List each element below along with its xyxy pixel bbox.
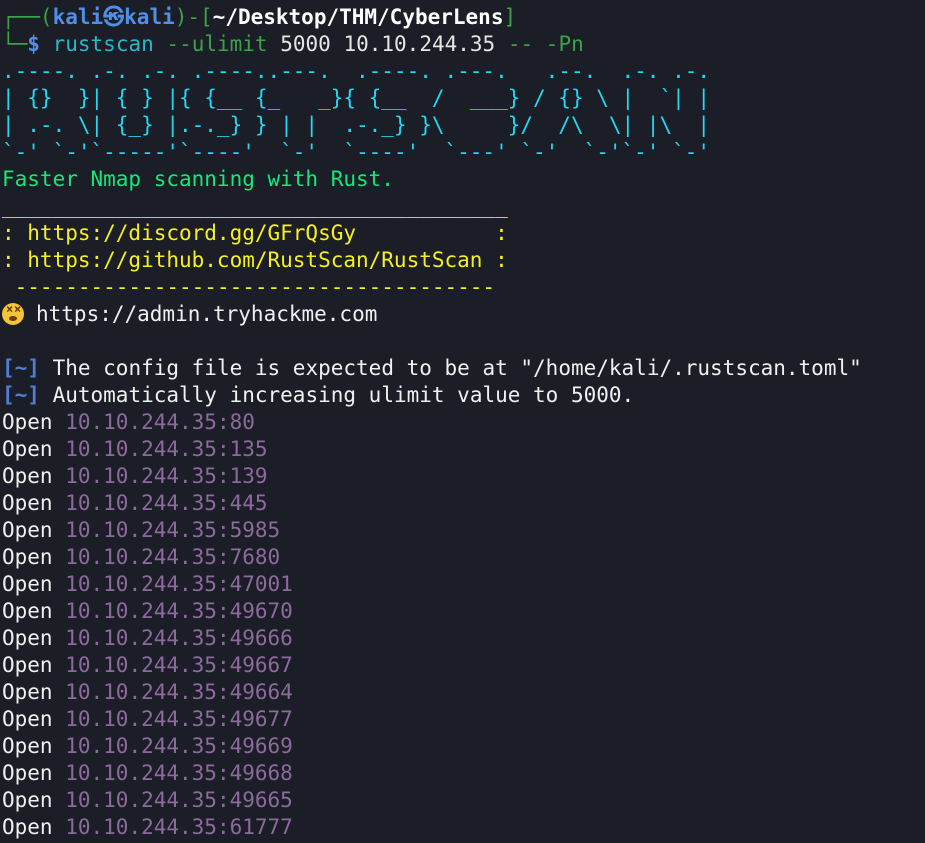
open-label: Open	[2, 680, 53, 704]
terminal-output[interactable]: ┌──(kali㉿kali)-[~/Desktop/THM/CyberLens]…	[2, 4, 923, 841]
github-link-line: : https://github.com/RustScan/RustScan :	[2, 248, 508, 272]
open-label: Open	[2, 788, 53, 812]
prompt-at-symbol: ㉿	[103, 5, 125, 29]
dizzy-face-icon	[2, 303, 24, 325]
emoji-url-line: https://admin.tryhackme.com	[2, 301, 923, 328]
open-port-line: Open 10.10.244.35:135	[2, 436, 923, 463]
banner-line: .----. .-. .-. .----..---. .----. .---. …	[2, 59, 711, 83]
open-label: Open	[2, 653, 53, 677]
open-port-line: Open 10.10.244.35:49667	[2, 652, 923, 679]
open-address: 10.10.244.35:135	[65, 437, 268, 461]
open-port-line: Open 10.10.244.35:7680	[2, 544, 923, 571]
open-port-line: Open 10.10.244.35:47001	[2, 571, 923, 598]
prompt-frame-mid: )-[	[174, 5, 213, 29]
open-port-line: Open 10.10.244.35:49665	[2, 787, 923, 814]
prompt-user: kali	[52, 5, 104, 29]
links-top-rule: ________________________________________	[2, 194, 508, 218]
open-label: Open	[2, 599, 53, 623]
open-port-line: Open 10.10.244.35:49670	[2, 598, 923, 625]
open-label: Open	[2, 626, 53, 650]
open-label: Open	[2, 464, 53, 488]
prompt-frame-bottom: └─	[2, 32, 28, 56]
open-port-line: Open 10.10.244.35:139	[2, 463, 923, 490]
info-bracket: [~]	[2, 383, 40, 407]
open-address: 10.10.244.35:49666	[65, 626, 293, 650]
open-label: Open	[2, 707, 53, 731]
prompt-dollar: $	[27, 32, 40, 56]
admin-url: https://admin.tryhackme.com	[36, 302, 378, 326]
open-label: Open	[2, 518, 53, 542]
prompt-line-top: ┌──(kali㉿kali)-[~/Desktop/THM/CyberLens]	[2, 4, 923, 31]
prompt-frame-top: ┌──(	[2, 5, 53, 29]
open-port-line: Open 10.10.244.35:61777	[2, 814, 923, 841]
open-address: 10.10.244.35:80	[65, 410, 255, 434]
discord-link-line: : https://discord.gg/GFrQsGy :	[2, 221, 508, 245]
open-address: 10.10.244.35:47001	[65, 572, 293, 596]
open-port-line: Open 10.10.244.35:49669	[2, 733, 923, 760]
open-label: Open	[2, 410, 53, 434]
open-port-line: Open 10.10.244.35:49666	[2, 625, 923, 652]
open-address: 10.10.244.35:49677	[65, 707, 293, 731]
prompt-frame-end: ]	[503, 5, 517, 29]
command-name: rustscan	[52, 32, 154, 56]
open-port-line: Open 10.10.244.35:445	[2, 490, 923, 517]
open-label: Open	[2, 734, 53, 758]
command-opt-ulimit: --ulimit	[166, 32, 268, 56]
open-port-line: Open 10.10.244.35:49668	[2, 760, 923, 787]
info-bracket: [~]	[2, 356, 40, 380]
open-address: 10.10.244.35:445	[65, 491, 268, 515]
open-address: 10.10.244.35:49669	[65, 734, 293, 758]
open-address: 10.10.244.35:139	[65, 464, 268, 488]
open-address: 10.10.244.35:61777	[65, 815, 293, 839]
open-label: Open	[2, 437, 53, 461]
open-label: Open	[2, 761, 53, 785]
open-address: 10.10.244.35:49667	[65, 653, 293, 677]
command-arg-target: 10.10.244.35	[343, 32, 496, 56]
open-address: 10.10.244.35:49668	[65, 761, 293, 785]
open-address: 10.10.244.35:49665	[65, 788, 293, 812]
open-port-line: Open 10.10.244.35:80	[2, 409, 923, 436]
tagline: Faster Nmap scanning with Rust.	[2, 167, 394, 191]
command-opt-pn: -Pn	[545, 32, 584, 56]
banner-line: `-' `-'`-----'`----' `-' `----' `---' `-…	[2, 140, 711, 164]
prompt-host: kali	[124, 5, 175, 29]
open-port-line: Open 10.10.244.35:49664	[2, 679, 923, 706]
command-opt-separator: --	[507, 32, 534, 56]
open-port-line: Open 10.10.244.35:49677	[2, 706, 923, 733]
info-line: [~] The config file is expected to be at…	[2, 355, 923, 382]
open-address: 10.10.244.35:49670	[65, 599, 293, 623]
command-arg-ulimit: 5000	[280, 32, 331, 56]
banner-line: | .-. \| {_} |.-._} } | | .-._} }\ }/ /\…	[2, 113, 711, 137]
info-line: [~] Automatically increasing ulimit valu…	[2, 382, 923, 409]
info-text: The config file is expected to be at "/h…	[52, 356, 862, 380]
banner-line: | {} }| { } |{ {__ {_ _}{ {__ / ___} / {…	[2, 86, 711, 110]
open-port-line: Open 10.10.244.35:5985	[2, 517, 923, 544]
open-label: Open	[2, 545, 53, 569]
open-label: Open	[2, 815, 53, 839]
prompt-line-command: └─$ rustscan --ulimit 5000 10.10.244.35 …	[2, 31, 923, 58]
prompt-path: ~/Desktop/THM/CyberLens	[212, 5, 504, 29]
open-address: 10.10.244.35:7680	[65, 545, 281, 569]
info-text: Automatically increasing ulimit value to…	[52, 383, 635, 407]
open-address: 10.10.244.35:49664	[65, 680, 293, 704]
links-bottom-rule: --------------------------------------	[2, 275, 496, 299]
open-address: 10.10.244.35:5985	[65, 518, 281, 542]
open-label: Open	[2, 572, 53, 596]
open-label: Open	[2, 491, 53, 515]
